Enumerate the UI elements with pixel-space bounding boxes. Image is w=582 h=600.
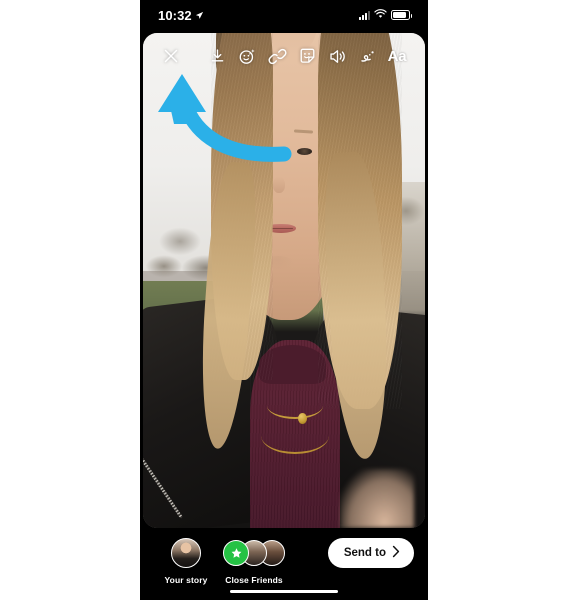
status-indicators [359,6,412,24]
text-icon[interactable]: Aa [382,41,412,71]
star-icon [223,540,249,566]
photo-necklace-lower [261,417,330,454]
send-to-button[interactable]: Send to [327,538,414,568]
avatar [171,538,201,568]
status-bar: 10:32 [140,0,428,30]
phone-frame: 10:32 Aa Your story Close Friends Send t… [140,0,428,600]
chevron-right-icon [391,545,401,561]
download-icon[interactable] [202,41,232,71]
status-time: 10:32 [158,7,192,23]
destination-close-friends[interactable]: Close Friends [222,536,286,585]
close-friends-avatar-group [223,540,285,566]
destination-label-your-story: Your story [164,575,208,585]
photo-bare-tree [148,181,211,291]
location-arrow-icon [195,8,204,23]
link-icon[interactable] [262,41,292,71]
text-icon-label: Aa [387,47,407,65]
effects-icon[interactable] [232,41,262,71]
close-icon[interactable] [156,41,186,71]
destination-your-story[interactable]: Your story [154,536,218,585]
destination-label-close-friends: Close Friends [225,575,283,585]
your-story-avatar-wrap [171,536,201,570]
draw-icon[interactable] [352,41,382,71]
photo-eye-right [296,147,312,155]
cellular-signal-icon [359,10,370,20]
wifi-icon [374,6,387,24]
sound-icon[interactable] [322,41,352,71]
send-to-label: Send to [343,547,386,559]
home-indicator [230,589,338,593]
status-time-group: 10:32 [158,8,204,23]
photo-nose [272,176,285,193]
close-friends-avatar-wrap [223,536,285,570]
battery-icon [391,10,412,20]
story-editor-toolbar: Aa [140,36,428,76]
story-photo [143,33,425,528]
sticker-icon[interactable] [292,41,322,71]
story-media-canvas[interactable] [143,33,425,528]
photo-hand-blur [340,468,414,528]
